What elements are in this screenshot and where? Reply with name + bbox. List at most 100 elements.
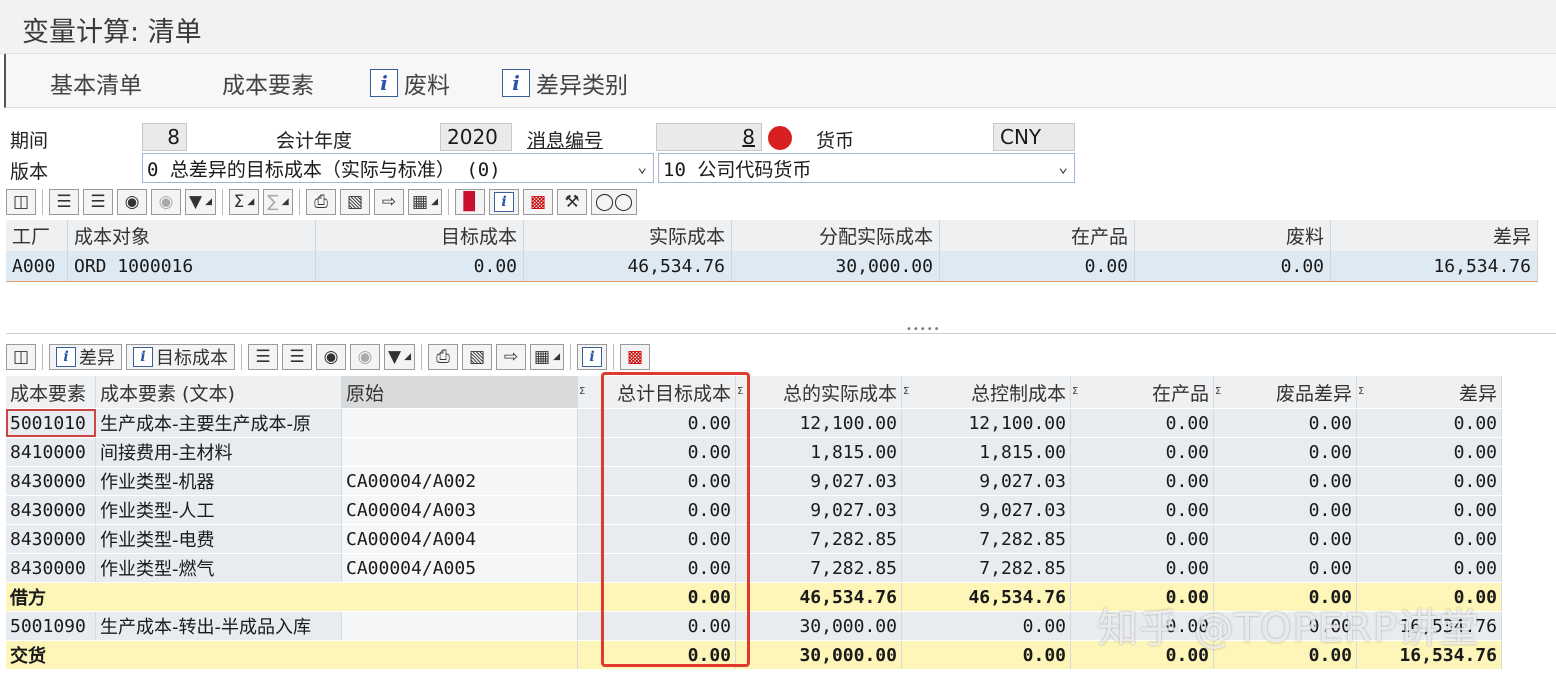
total-target-cell[interactable]: 0.00 — [578, 409, 736, 437]
subtotal-icon[interactable]: ∑ ◢ — [263, 189, 293, 215]
column-header[interactable]: 废料 — [1135, 220, 1331, 251]
cost-element-cell[interactable]: 8430000 — [6, 496, 96, 524]
wip-cell[interactable]: 0.00 — [1071, 438, 1214, 466]
total-control-cell[interactable]: 12,100.00 — [902, 409, 1071, 437]
cost-element-text-cell[interactable]: 作业类型-电费 — [96, 525, 342, 553]
info-icon[interactable]: i — [488, 189, 519, 215]
total-actual-cell[interactable]: 1,815.00 — [736, 438, 902, 466]
currency-type-select[interactable]: 10 公司代码货币 ⌄ — [658, 153, 1075, 183]
drilldown-icon[interactable]: ⚒ — [556, 189, 587, 215]
table-row[interactable]: 8430000 作业类型-电费 CA00004/A004 0.00 7,282.85 7,… — [6, 525, 1502, 554]
column-header[interactable]: 在产品 — [940, 220, 1135, 251]
origin-cell[interactable]: CA00004/A005 — [342, 554, 578, 582]
origin-cell[interactable] — [342, 438, 578, 466]
cost-element-text-cell[interactable]: 生产成本-转出-半成品入库 — [96, 612, 342, 640]
variance-cell[interactable]: 0.00 — [1357, 496, 1502, 524]
delivery-target[interactable]: 0.00 — [578, 641, 736, 669]
period-field[interactable]: 8 — [142, 123, 187, 151]
export-icon[interactable]: ⇨ — [374, 189, 404, 215]
message-number-field[interactable]: 8 — [656, 123, 762, 151]
column-header[interactable]: 分配实际成本 — [732, 220, 940, 251]
cost-element-cell[interactable]: 5001090 — [6, 612, 96, 640]
variance-cell[interactable]: 0.00 — [1357, 467, 1502, 495]
column-header[interactable]: 成本要素 (文本) — [96, 376, 342, 408]
cost-element-text-cell[interactable]: 作业类型-机器 — [96, 467, 342, 495]
sort-ascending-icon[interactable]: ☰ — [49, 189, 79, 215]
scrap-cell[interactable]: 0.00 — [1135, 251, 1331, 281]
cost-object-cell[interactable]: ORD 1000016 — [68, 251, 316, 281]
delivery-actual[interactable]: 30,000.00 — [736, 641, 902, 669]
layout-icon[interactable]: ▦ ◢ — [408, 189, 442, 215]
variance-cell[interactable]: 0.00 — [1357, 525, 1502, 553]
scrap-variance-cell[interactable]: 0.00 — [1214, 409, 1357, 437]
total-control-cell[interactable]: 0.00 — [902, 612, 1071, 640]
cost-element-cell[interactable]: 8430000 — [6, 467, 96, 495]
message-log-icon[interactable]: ▩ — [522, 189, 553, 215]
chevron-down-icon[interactable]: ⌄ — [637, 157, 647, 176]
version-select[interactable]: 0 总差异的目标成本（实际与标准） (0) ⌄ — [142, 153, 654, 183]
column-header[interactable]: 成本对象 — [68, 220, 316, 251]
column-header[interactable]: 原始 — [342, 376, 578, 408]
table-row[interactable]: 8430000 作业类型-人工 CA00004/A003 0.00 9,027.03 9,… — [6, 496, 1502, 525]
total-actual-cell[interactable]: 12,100.00 — [736, 409, 902, 437]
splitter-handle[interactable]: ••••• — [906, 324, 941, 335]
variance-cell[interactable]: 0.00 — [1357, 554, 1502, 582]
column-header-variance[interactable]: Σ 差异 — [1357, 376, 1502, 408]
origin-cell[interactable] — [342, 612, 578, 640]
variance-cell[interactable]: 0.00 — [1357, 409, 1502, 437]
scrap-variance-cell[interactable]: 0.00 — [1214, 496, 1357, 524]
debit-control[interactable]: 46,534.76 — [902, 583, 1071, 611]
total-actual-cell[interactable]: 30,000.00 — [736, 612, 902, 640]
chevron-down-icon[interactable]: ⌄ — [1058, 157, 1068, 176]
column-header-wip[interactable]: Σ 在产品 — [1071, 376, 1214, 408]
table-row[interactable]: A000 ORD 1000016 0.00 46,534.76 30,000.0… — [6, 251, 1538, 282]
cost-elements-button[interactable]: 成本要素 — [222, 66, 314, 100]
scrap-variance-cell[interactable]: 0.00 — [1214, 467, 1357, 495]
print-preview-icon[interactable]: ▧ — [340, 189, 370, 215]
column-header-total-control[interactable]: Σ 总控制成本 — [902, 376, 1071, 408]
debit-actual[interactable]: 46,534.76 — [736, 583, 902, 611]
scrap-variance-cell[interactable]: 0.00 — [1214, 554, 1357, 582]
total-actual-cell[interactable]: 9,027.03 — [736, 496, 902, 524]
column-header-total-actual[interactable]: Σ 总的实际成本 — [736, 376, 902, 408]
total-target-cell[interactable]: 0.00 — [578, 496, 736, 524]
cost-element-text-cell[interactable]: 生产成本-主要生产成本-原 — [96, 409, 342, 437]
table-row[interactable]: 8410000 间接费用-主材料 0.00 1,815.00 1,815.00 0.00 0… — [6, 438, 1502, 467]
basic-list-button[interactable]: 基本清单 — [50, 66, 142, 100]
variance-cell[interactable]: 0.00 — [1357, 438, 1502, 466]
total-target-cell[interactable]: 0.00 — [578, 612, 736, 640]
fiscal-year-field[interactable]: 2020 — [440, 123, 512, 151]
message-number-link[interactable]: 消息编号 — [527, 126, 603, 153]
wip-cell[interactable]: 0.00 — [1071, 496, 1214, 524]
actual-cost-cell[interactable]: 46,534.76 — [524, 251, 732, 281]
origin-cell[interactable]: CA00004/A004 — [342, 525, 578, 553]
column-header[interactable]: 差异 — [1331, 220, 1538, 251]
details-icon[interactable]: ◫ — [6, 189, 36, 215]
total-control-cell[interactable]: 9,027.03 — [902, 496, 1071, 524]
sort-ascending-icon[interactable]: ☰ — [248, 344, 278, 370]
origin-cell[interactable]: CA00004/A003 — [342, 496, 578, 524]
column-header-scrap-variance[interactable]: Σ 废品差异 — [1214, 376, 1357, 408]
target-cost-button[interactable]: i 目标成本 — [126, 344, 235, 370]
variance-cell[interactable]: 16,534.76 — [1331, 251, 1538, 281]
export-icon[interactable]: ⇨ — [496, 344, 526, 370]
filter-icon[interactable]: ▼ ◢ — [185, 189, 216, 215]
splitter[interactable]: ••••• — [6, 282, 1556, 335]
filter-icon[interactable]: ▼ ◢ — [384, 344, 415, 370]
find-next-icon[interactable]: ◉ — [350, 344, 380, 370]
total-actual-cell[interactable]: 9,027.03 — [736, 467, 902, 495]
cost-element-cell[interactable]: 8430000 — [6, 554, 96, 582]
wip-cell[interactable]: 0.00 — [940, 251, 1135, 281]
allocated-actual-cost-cell[interactable]: 30,000.00 — [732, 251, 940, 281]
cost-element-text-cell[interactable]: 作业类型-燃气 — [96, 554, 342, 582]
debit-target[interactable]: 0.00 — [578, 583, 736, 611]
table-row[interactable]: 8430000 作业类型-机器 CA00004/A002 0.00 9,027.03 9,… — [6, 467, 1502, 496]
column-header[interactable]: 目标成本 — [316, 220, 524, 251]
find-next-icon[interactable]: ◉ — [151, 189, 181, 215]
total-target-cell[interactable]: 0.00 — [578, 525, 736, 553]
total-control-cell[interactable]: 9,027.03 — [902, 467, 1071, 495]
cost-element-cell[interactable]: 8430000 — [6, 525, 96, 553]
cost-element-cell[interactable]: 8410000 — [6, 438, 96, 466]
currency-field[interactable]: CNY — [993, 123, 1075, 151]
cost-element-text-cell[interactable]: 作业类型-人工 — [96, 496, 342, 524]
